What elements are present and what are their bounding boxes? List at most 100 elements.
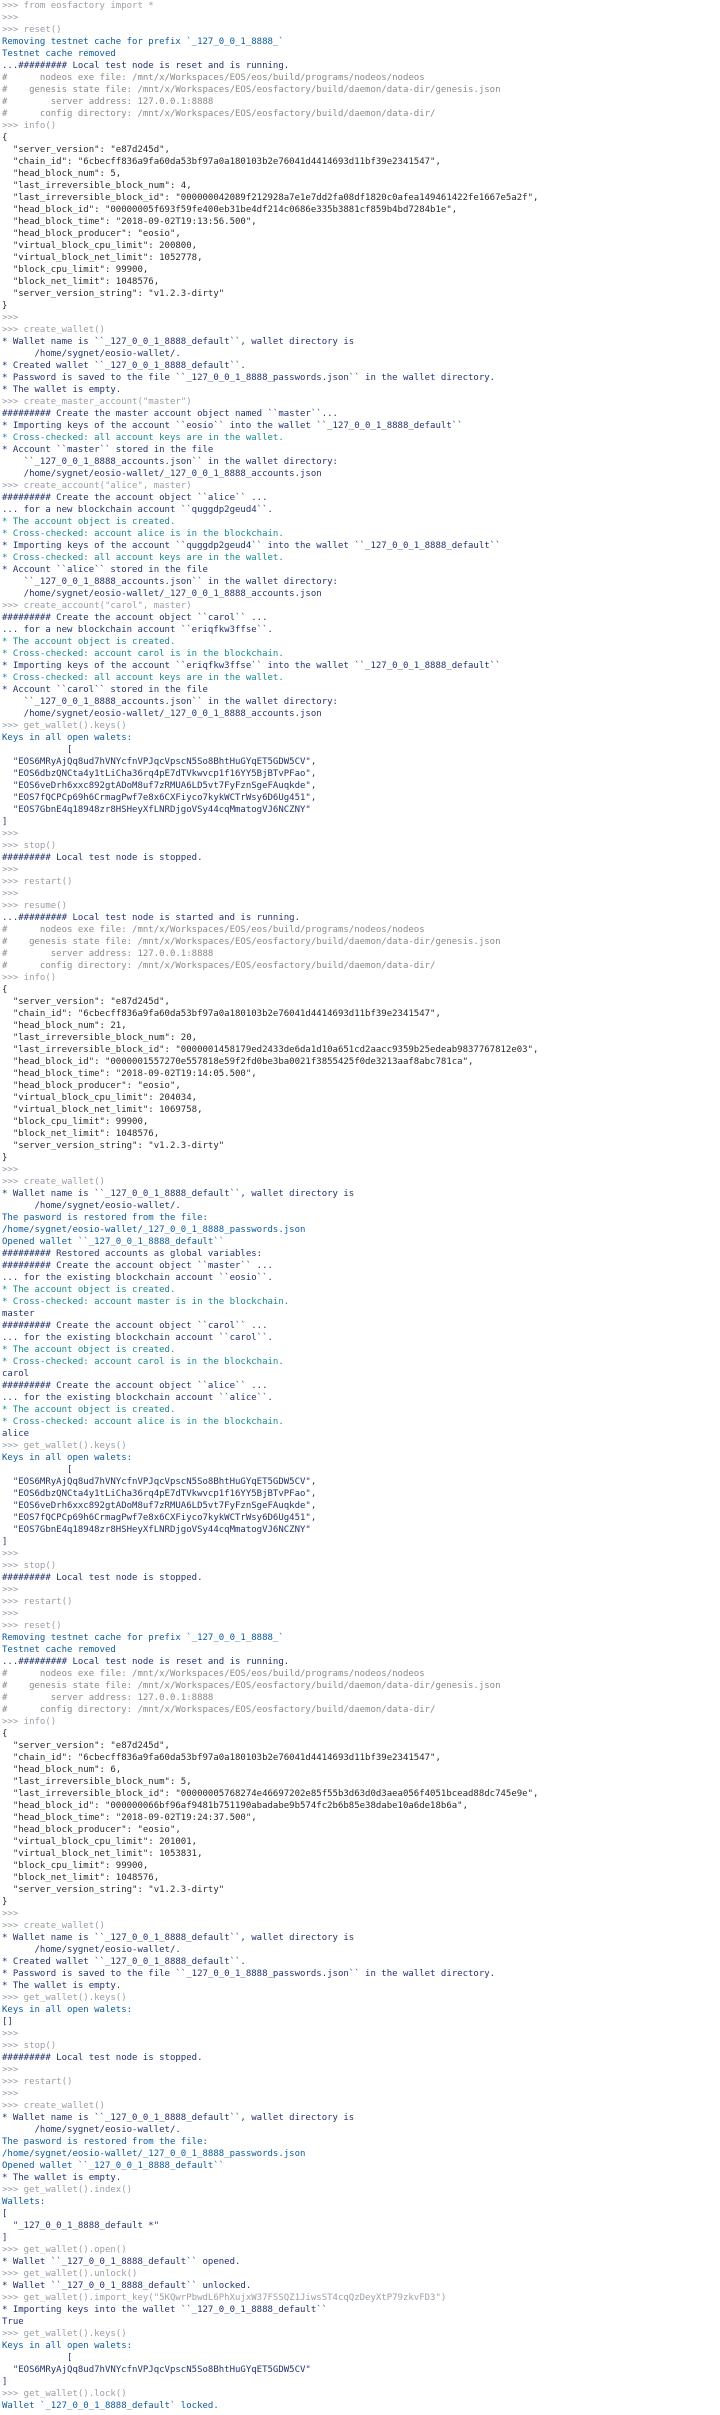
command-line: >>> stop() [2, 1561, 57, 1571]
output-line: ... for the existing blockchain account … [2, 1393, 273, 1403]
output-line: Opened wallet ``_127_0_0_1_8888_default`… [2, 1237, 225, 1247]
output-line: * Importing keys into the wallet ``_127_… [2, 2305, 328, 2315]
command-line: >>> [2, 889, 19, 899]
command-line: >>> info() [2, 1717, 57, 1727]
output-line: "server_version": "e87d245d", [2, 1741, 170, 1751]
output-line: * Importing keys of the account ``eriqfk… [2, 661, 501, 671]
output-line: * Importing keys of the account ``eosio`… [2, 421, 463, 431]
output-line: * Importing keys of the account ``quggdp… [2, 541, 501, 551]
output-line: * Account ``carol`` stored in the file [2, 685, 208, 695]
output-line: # server address: 127.0.0.1:8888 [2, 949, 214, 959]
output-line: Opened wallet ``_127_0_0_1_8888_default`… [2, 2161, 225, 2171]
output-line: "virtual_block_net_limit": 1053831, [2, 1849, 203, 1859]
output-line: Testnet cache removed [2, 1645, 116, 1655]
command-line: >>> [2, 1549, 19, 1559]
command-line: >>> get_wallet().keys() [2, 721, 127, 731]
output-line: True [2, 2317, 24, 2327]
output-line: ] [2, 1537, 8, 1547]
output-line: "head_block_producer": "eosio", [2, 229, 181, 239]
output-line: /home/sygnet/eosio-wallet/. [2, 1201, 181, 1211]
output-line: * Cross-checked: account master is in th… [2, 1297, 290, 1307]
output-line: ... for a new blockchain account ``eriqf… [2, 625, 273, 635]
command-line: >>> get_wallet().unlock() [2, 2269, 138, 2279]
output-line: "virtual_block_cpu_limit": 204034, [2, 1093, 198, 1103]
output-line: "block_cpu_limit": 99900, [2, 1861, 149, 1871]
command-line: >>> get_wallet().import_key("5KQwrPbwdL6… [2, 2293, 447, 2303]
command-line: >>> create_account("carol", master) [2, 601, 192, 611]
output-line: * Cross-checked: account carol is in the… [2, 649, 284, 659]
output-line: ######### Create the account object ``ma… [2, 1261, 273, 1271]
output-line: ######### Create the account object ``ca… [2, 1321, 268, 1331]
output-line: "EOS6MRyAjQq8ud7hVNYcfnVPJqcVpscN5So8Bht… [2, 2365, 311, 2375]
output-line: "head_block_id": "000000066bf96af9481b75… [2, 1801, 468, 1811]
output-line: "server_version": "e87d245d", [2, 145, 170, 155]
output-line: "virtual_block_net_limit": 1069758, [2, 1105, 203, 1115]
output-line: "EOS7fQCPCp69h6CrmagPwf7e8x6CXFiyco7kykW… [2, 793, 317, 803]
output-line: ] [2, 2377, 8, 2387]
output-line: /home/sygnet/eosio-wallet/_127_0_0_1_888… [2, 589, 322, 599]
output-line: "EOS7fQCPCp69h6CrmagPwf7e8x6CXFiyco7kykW… [2, 1513, 317, 1523]
output-line: ``_127_0_0_1_8888_accounts.json`` in the… [2, 697, 338, 707]
output-line: Removing testnet cache for prefix `_127_… [2, 37, 284, 47]
output-line: "last_irreversible_block_id": "000000057… [2, 1789, 539, 1799]
command-line: >>> get_wallet().keys() [2, 1993, 127, 2003]
command-line: >>> [2, 865, 19, 875]
output-line: Wallet `_127_0_0_1_8888_default` locked. [2, 2401, 219, 2411]
output-line: Keys in all open walets: [2, 2341, 133, 2351]
output-line: Keys in all open walets: [2, 1453, 133, 1463]
command-line: >>> info() [2, 973, 57, 983]
output-line: ] [2, 2233, 8, 2243]
output-line: "block_cpu_limit": 99900, [2, 265, 149, 275]
output-line: /home/sygnet/eosio-wallet/_127_0_0_1_888… [2, 2149, 306, 2159]
output-line: "block_net_limit": 1048576, [2, 1873, 160, 1883]
output-line: * The account object is created. [2, 637, 176, 647]
command-line: >>> [2, 2065, 19, 2075]
output-line: # nodeos exe file: /mnt/x/Workspaces/EOS… [2, 925, 425, 935]
output-line: alice [2, 1429, 30, 1439]
command-line: >>> get_wallet().keys() [2, 2329, 127, 2339]
output-line: "head_block_producer": "eosio", [2, 1825, 181, 1835]
output-line: * The account object is created. [2, 517, 176, 527]
output-line: ...######### Local test node is reset an… [2, 1657, 290, 1667]
output-line: carol [2, 1369, 30, 1379]
output-line: "head_block_time": "2018-09-02T19:24:37.… [2, 1813, 257, 1823]
output-line: * Cross-checked: all account keys are in… [2, 673, 284, 683]
output-line: "head_block_num": 21, [2, 1021, 127, 1031]
output-line: # nodeos exe file: /mnt/x/Workspaces/EOS… [2, 73, 425, 83]
output-line: "EOS6MRyAjQq8ud7hVNYcfnVPJqcVpscN5So8Bht… [2, 757, 317, 767]
output-line: ] [2, 817, 8, 827]
command-line: >>> from eosfactory import * [2, 1, 154, 11]
output-line: "head_block_time": "2018-09-02T19:13:56.… [2, 217, 257, 227]
output-line: ...######### Local test node is started … [2, 913, 301, 923]
output-line: # nodeos exe file: /mnt/x/Workspaces/EOS… [2, 1669, 425, 1679]
command-line: >>> [2, 1585, 19, 1595]
output-line: Keys in all open walets: [2, 2005, 133, 2015]
terminal-output[interactable]: >>> from eosfactory import * >>> >>> reset… [0, 0, 720, 2415]
command-line: >>> [2, 13, 19, 23]
output-line: /home/sygnet/eosio-wallet/_127_0_0_1_888… [2, 709, 322, 719]
output-line: ``_127_0_0_1_8888_accounts.json`` in the… [2, 577, 338, 587]
output-line: ######### Create the account object ``al… [2, 493, 268, 503]
output-line: "head_block_id": "0000001557270e557818e5… [2, 1057, 474, 1067]
command-line: >>> [2, 829, 19, 839]
output-line: ######### Create the master account obje… [2, 409, 338, 419]
output-line: [] [2, 2017, 13, 2027]
output-line: * Account ``master`` stored in the file [2, 445, 214, 455]
output-line: "EOS6veDrh6xxc892gtADoM8uf7zRMUA6LD5vt7F… [2, 1501, 317, 1511]
output-line: master [2, 1309, 35, 1319]
command-line: >>> get_wallet().keys() [2, 1441, 127, 1451]
output-line: "EOS6veDrh6xxc892gtADoM8uf7zRMUA6LD5vt7F… [2, 781, 317, 791]
output-line: ######### Local test node is stopped. [2, 2053, 203, 2063]
output-line: ######### Create the account object ``ca… [2, 613, 268, 623]
output-line: /home/sygnet/eosio-wallet/. [2, 2125, 181, 2135]
output-line: "block_net_limit": 1048576, [2, 277, 160, 287]
output-line: /home/sygnet/eosio-wallet/. [2, 1945, 181, 1955]
output-line: The pasword is restored from the file: [2, 1213, 208, 1223]
output-line: # genesis state file: /mnt/x/Workspaces/… [2, 1681, 501, 1691]
command-line: >>> [2, 2089, 19, 2099]
command-line: >>> restart() [2, 1597, 73, 1607]
output-line: "head_block_num": 5, [2, 169, 122, 179]
output-line: "server_version_string": "v1.2.3-dirty" [2, 1141, 225, 1151]
command-line: >>> [2, 1909, 19, 1919]
output-line: } [2, 1153, 8, 1163]
